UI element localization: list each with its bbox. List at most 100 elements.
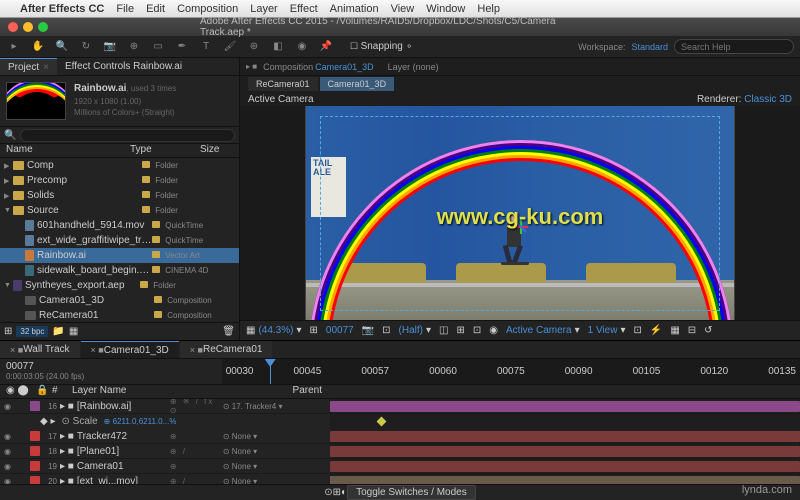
camera-tool-icon[interactable]: 📷 (102, 39, 118, 55)
lynda-watermark: lynda.com (742, 484, 792, 496)
timeline-ruler[interactable]: 0003000045000570006000075000900010500120… (222, 359, 800, 384)
col-name[interactable]: Name (0, 144, 130, 157)
col-parent[interactable]: Parent (293, 385, 322, 398)
clone-tool-icon[interactable]: ⊛ (246, 39, 262, 55)
tab-project[interactable]: Project× (0, 58, 57, 75)
view-layout-dropdown[interactable]: 1 View ▾ (588, 325, 626, 336)
menu-animation[interactable]: Animation (330, 3, 379, 15)
composition-viewport[interactable]: TAIL ALE www.cg-ku.com (240, 106, 800, 320)
exposure-reset-icon[interactable]: ↺ (704, 325, 712, 336)
menu-file[interactable]: File (116, 3, 134, 15)
timecode-display[interactable]: 00077 0:00:03:05 (24.00 fps) (0, 359, 222, 384)
col-size[interactable]: Size (200, 144, 239, 157)
timeline-layers[interactable]: ◉16▸ ■[Rainbow.ai]⊕ ※ / fx ⊙⊙ 17. Tracke… (0, 399, 800, 484)
tree-item[interactable]: sidewalk_board_begin.c4d CINEMA 4D (0, 263, 239, 278)
bpc-badge[interactable]: 32 bpc (16, 326, 48, 337)
minimize-button[interactable] (23, 22, 33, 32)
zoom-button[interactable] (38, 22, 48, 32)
interpret-icon[interactable]: ⊞ (4, 326, 12, 337)
layer-panel-label: Layer (none) (388, 62, 439, 72)
fast-preview-icon[interactable]: ⚡ (650, 325, 662, 336)
project-column-headers: Name Type Size (0, 144, 239, 158)
traffic-lights (8, 22, 48, 32)
layer-row[interactable]: ◉17▸ ■Tracker472⊕⊙ None ▾ (0, 429, 800, 444)
project-search-input[interactable] (20, 129, 235, 142)
guides-icon[interactable]: ⊡ (473, 325, 481, 336)
comp-tab-camera3d[interactable]: Camera01_3D (320, 77, 395, 91)
brush-tool-icon[interactable]: 🖌 (222, 39, 238, 55)
toggle-switches-button[interactable]: Toggle Switches / Modes (347, 485, 476, 500)
resolution-icon[interactable]: ⊞ (310, 325, 318, 336)
search-help-input[interactable] (674, 39, 794, 54)
mask-icon[interactable]: ◉ (489, 325, 498, 336)
pixel-aspect-icon[interactable]: ⊡ (633, 325, 641, 336)
comp-tab-recamera[interactable]: ReCamera01 (248, 77, 318, 91)
roto-tool-icon[interactable]: ◉ (294, 39, 310, 55)
comp-active-name: Camera01_3D (315, 62, 374, 72)
tree-item[interactable]: ▶Precomp Folder (0, 173, 239, 188)
current-frame[interactable]: 00077 (326, 325, 354, 336)
tl-tab-walltrack[interactable]: × ■ Wall Track (0, 341, 80, 358)
trash-icon[interactable]: 🗑 (222, 326, 235, 337)
shape-tool-icon[interactable]: ▭ (150, 39, 166, 55)
text-tool-icon[interactable]: T (198, 39, 214, 55)
tree-item[interactable]: ▶Solids Folder (0, 188, 239, 203)
project-tree[interactable]: ▶Comp Folder▶Precomp Folder▶Solids Folde… (0, 158, 239, 322)
puppet-tool-icon[interactable]: 📌 (318, 39, 334, 55)
col-layername[interactable]: Layer Name (72, 385, 126, 398)
window-title: Adobe After Effects CC 2015 - /Volumes/R… (200, 16, 600, 38)
tree-item[interactable]: ReCamera01 Composition (0, 308, 239, 322)
close-button[interactable] (8, 22, 18, 32)
eraser-tool-icon[interactable]: ◧ (270, 39, 286, 55)
pen-tool-icon[interactable]: ✒ (174, 39, 190, 55)
col-type[interactable]: Type (130, 144, 200, 157)
new-folder-icon[interactable]: 📁 (52, 326, 64, 337)
menu-help[interactable]: Help (477, 3, 500, 15)
tl-tab-recamera[interactable]: × ■ ReCamera01 (180, 341, 273, 358)
workspace-dropdown[interactable]: Standard (631, 42, 668, 52)
resolution-dropdown[interactable]: (Half) ▾ (399, 325, 431, 336)
roi-icon[interactable]: ◫ (439, 325, 448, 336)
menu-composition[interactable]: Composition (177, 3, 238, 15)
hand-tool-icon[interactable]: ✋ (30, 39, 46, 55)
layer-property[interactable]: ◆ ▸⊙ Scale⊕ 6211.0,6211.0...% (0, 414, 800, 429)
app-name[interactable]: After Effects CC (20, 3, 104, 15)
video-frame: TAIL ALE www.cg-ku.com (305, 106, 735, 320)
menu-window[interactable]: Window (426, 3, 465, 15)
anchor-tool-icon[interactable]: ⊕ (126, 39, 142, 55)
new-comp-icon[interactable]: ▦ (69, 326, 78, 337)
grid-icon[interactable]: ⊞ (456, 325, 464, 336)
menu-view[interactable]: View (391, 3, 415, 15)
layer-row[interactable]: ◉19▸ ■Camera01⊕⊙ None ▾ (0, 459, 800, 474)
asset-color-info: Millions of Colors+ (Straight) (74, 107, 176, 118)
zoom-tool-icon[interactable]: 🔍 (54, 39, 70, 55)
tree-item[interactable]: ▼Syntheyes_export.aep Folder (0, 278, 239, 293)
frame-blend-icon[interactable]: ⊞ (333, 487, 341, 498)
tree-item[interactable]: ▶Comp Folder (0, 158, 239, 173)
playhead[interactable] (270, 359, 271, 384)
comp-flowchart-icon[interactable]: ⊟ (688, 325, 696, 336)
snapping-toggle[interactable]: ☐ Snapping ⚬ (350, 41, 413, 52)
tl-tab-camera3d[interactable]: × ■ Camera01_3D (81, 341, 179, 358)
timeline-icon[interactable]: ▦ (670, 325, 679, 336)
shy-icon[interactable]: ⊙ (324, 487, 332, 498)
menu-effect[interactable]: Effect (290, 3, 318, 15)
renderer-dropdown[interactable]: Classic 3D (744, 94, 792, 105)
selection-tool-icon[interactable]: ▸ (6, 39, 22, 55)
tree-item[interactable]: 601handheld_5914.mov QuickTime (0, 218, 239, 233)
zoom-dropdown[interactable]: ▦ (44.3%) ▾ (246, 325, 302, 336)
tree-item[interactable]: ext_wide_graffitiwipe_trim.mov QuickTime (0, 233, 239, 248)
menu-edit[interactable]: Edit (146, 3, 165, 15)
layer-row[interactable]: ◉16▸ ■[Rainbow.ai]⊕ ※ / fx ⊙⊙ 17. Tracke… (0, 399, 800, 414)
tree-item[interactable]: ▼Source Folder (0, 203, 239, 218)
tab-effect-controls[interactable]: Effect Controls Rainbow.ai (57, 58, 190, 75)
rotate-tool-icon[interactable]: ↻ (78, 39, 94, 55)
menu-layer[interactable]: Layer (250, 3, 278, 15)
tree-item[interactable]: Rainbow.ai Vector Art (0, 248, 239, 263)
tree-item[interactable]: Camera01_3D Composition (0, 293, 239, 308)
3d-view-dropdown[interactable]: Active Camera ▾ (506, 325, 580, 336)
channel-icon[interactable]: ⊡ (382, 325, 390, 336)
snapshot-icon[interactable]: 📷 (362, 325, 374, 336)
layer-row[interactable]: ◉20▸ ■[ext_wi...mov]⊕ /⊙ None ▾ (0, 474, 800, 484)
layer-row[interactable]: ◉18▸ ■[Plane01]⊕ /⊙ None ▾ (0, 444, 800, 459)
